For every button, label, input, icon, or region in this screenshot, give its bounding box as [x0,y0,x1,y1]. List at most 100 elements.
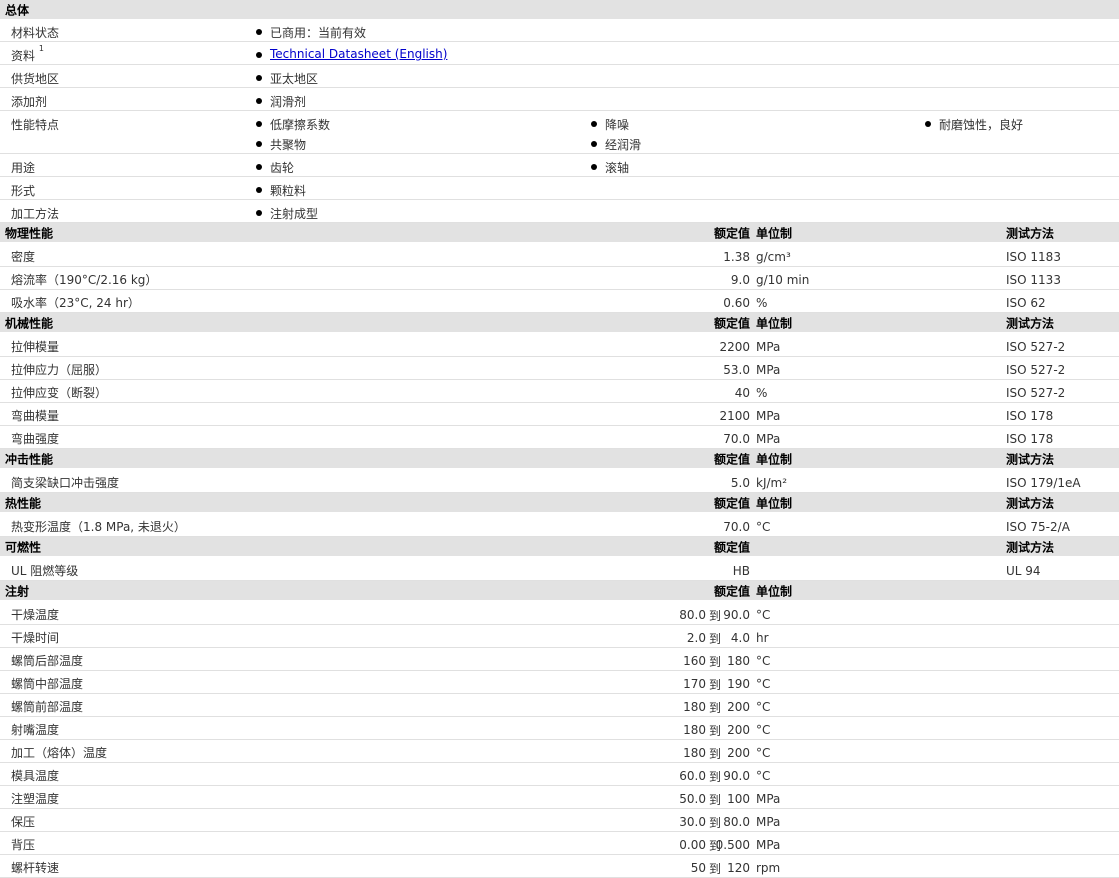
nominal-value: 70.0 [723,432,750,446]
range-min: 180 [683,700,706,714]
range-word: 到 [709,632,722,646]
injection-row: 螺筒前部温度 180 到 200 °C [0,694,1119,717]
injection-row: 加工（熔体）温度 180 到 200 °C [0,740,1119,763]
range-max: 100 [727,792,750,806]
column-unit: 单位制 [756,226,793,240]
property-label: 保压 [11,815,36,829]
unit-value: kJ/m² [756,476,788,490]
unit-value: g/cm³ [756,250,791,264]
column-method: 测试方法 [1006,226,1055,240]
bullet-icon [256,52,262,58]
nominal-value: 2100 [719,409,750,423]
column-method: 测试方法 [1006,316,1055,330]
range-min: 160 [683,654,706,668]
value-item: 降噪 [605,118,630,132]
test-method: UL 94 [1006,564,1041,578]
injection-row: 模具温度 60.0 到 90.0 °C [0,763,1119,786]
unit-value: °C [756,700,771,714]
property-row: 拉伸模量 2200 MPa ISO 527-2 [0,334,1119,357]
property-label: 供货地区 [11,70,59,87]
property-row: 拉伸应变（断裂） 40% ISO 527-2 [0,380,1119,403]
property-label: 加工方法 [11,205,59,222]
unit-value: MPa [756,838,781,852]
unit-value: rpm [756,861,781,875]
section-header: 机械性能 额定值 单位制 测试方法 [0,313,1119,332]
range-min: 60.0 [679,769,706,783]
section-title: 冲击性能 [5,452,54,466]
injection-row: 干燥时间 2.0 到 4.0 hr [0,625,1119,648]
test-method: ISO 527-2 [1006,386,1066,400]
test-method: ISO 178 [1006,409,1054,423]
property-row: 密度 1.38 g/cm³ ISO 1183 [0,244,1119,267]
unit-value: °C [756,723,771,737]
property-label: 热变形温度（1.8 MPa, 未退火） [11,520,186,534]
range-min: 30.0 [679,815,706,829]
range-max: 180 [727,654,750,668]
range-max: 200 [727,746,750,760]
column-nominal: 额定值 [713,452,750,466]
property-label-text: 添加剂 [11,95,48,109]
range-max: 0.500 [715,838,750,852]
unit-value: MPa [756,363,781,377]
range-max: 80.0 [723,815,750,829]
test-method: ISO 75-2/A [1006,520,1070,534]
test-method: ISO 1183 [1006,250,1061,264]
property-label: 材料状态 [11,24,59,41]
property-label: 熔流率（190°C/2.16 kg） [11,273,158,287]
range-max: 120 [727,861,750,875]
section-title: 注射 [5,584,30,598]
section-header-injection: 注射 额定值 单位制 [0,581,1119,600]
range-max: 190 [727,677,750,691]
range-max: 4.0 [730,631,750,645]
range-min: 180 [683,746,706,760]
injection-row: 射嘴温度 180 到 200 °C [0,717,1119,740]
column-nominal: 额定值 [713,226,750,240]
column-method: 测试方法 [1006,496,1055,510]
value-item: 润滑剂 [270,95,307,109]
section-title: 可燃性 [5,540,42,554]
value-item: 低摩擦系数 [270,118,331,132]
property-label: 拉伸应力（屈服） [11,363,108,377]
unit-value: °C [756,677,771,691]
range-max: 90.0 [723,608,750,622]
section-title: 热性能 [5,496,42,510]
range-min: 80.0 [679,608,706,622]
property-label: 弯曲强度 [11,432,60,446]
nominal-value: 1.38 [723,250,750,264]
test-method: ISO 179/1eA [1006,476,1081,490]
property-label: 密度 [11,250,36,264]
range-word: 到 [709,862,722,876]
unit-value: MPa [756,815,781,829]
injection-row: 干燥温度 80.0 到 90.0 °C [0,602,1119,625]
property-row: 吸水率（23°C, 24 hr） 0.60% ISO 62 [0,290,1119,313]
injection-row: 螺筒后部温度 160 到 180 °C [0,648,1119,671]
unit-value: MPa [756,409,781,423]
unit-value: % [756,296,768,310]
property-label: 形式 [11,182,35,199]
column-unit: 单位制 [756,316,793,330]
column-unit: 单位制 [756,584,793,598]
property-label-text: 性能特点 [11,118,60,132]
property-row: 热变形温度（1.8 MPa, 未退火） 70.0 °C ISO 75-2/A [0,514,1119,537]
test-method: ISO 1133 [1006,273,1061,287]
unit-value: MPa [756,432,781,446]
range-word: 到 [709,816,722,830]
property-label: 螺筒后部温度 [11,654,84,668]
unit-value: % [756,386,768,400]
property-label: 螺杆转速 [11,861,60,875]
unit-value: MPa [756,340,781,354]
value-item: 经润滑 [605,138,642,152]
property-row: 弯曲强度 70.0 MPa ISO 178 [0,426,1119,449]
test-method: ISO 62 [1006,296,1046,310]
unit-value: °C [756,769,771,783]
range-word: 到 [709,724,722,738]
datasheet-link[interactable]: Technical Datasheet (English) [270,47,447,61]
property-label: 加工（熔体）温度 [11,746,108,760]
nominal-value: 53.0 [723,363,750,377]
property-label: 模具温度 [11,769,60,783]
nominal-value: 0.60 [723,296,750,310]
range-word: 到 [709,770,722,784]
general-row: 形式 颗粒料 [0,177,1119,200]
section-title: 机械性能 [5,316,54,330]
column-unit: 单位制 [756,452,793,466]
